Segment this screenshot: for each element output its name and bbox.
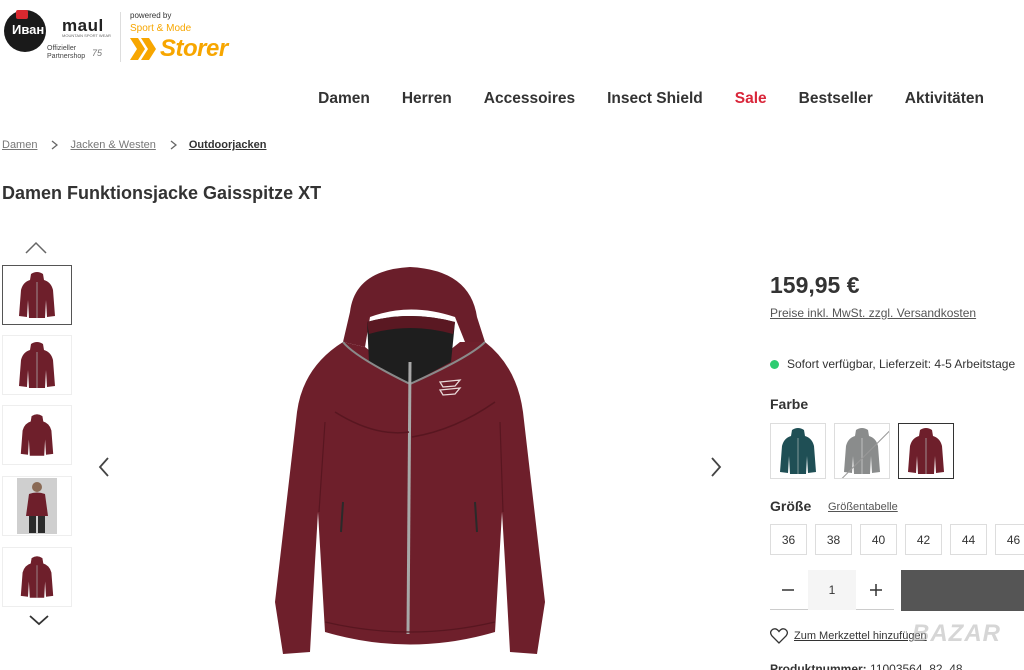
jacket-grey-image [844, 428, 880, 474]
partnershop-label: Offizieller Partnershop [47, 45, 86, 60]
thumbnail-1[interactable] [2, 265, 72, 325]
size-options: 36 38 40 42 44 46 [770, 524, 1024, 555]
nav-item-herren[interactable]: Herren [402, 90, 452, 108]
logo[interactable]: Иван maul MOUNTAIN SPORT WEAR Offizielle… [2, 8, 242, 66]
size-option-46[interactable]: 46 [995, 524, 1024, 555]
nav-item-sale[interactable]: Sale [735, 90, 767, 108]
storer-chevron-icon [130, 38, 156, 60]
powered-by-label: powered by [130, 11, 172, 20]
plus-icon [870, 583, 882, 596]
sport-mode-label: Sport & Mode [130, 23, 192, 34]
quantity-decrease-button[interactable] [770, 570, 806, 610]
wishlist-link[interactable]: Zum Merkzettel hinzufügen [770, 628, 927, 644]
size-option-44[interactable]: 44 [950, 524, 987, 555]
quantity-increase-button[interactable] [858, 570, 894, 610]
quantity-stepper: 1 [770, 569, 894, 610]
gallery-prev-icon[interactable] [96, 455, 112, 479]
page-title: Damen Funktionsjacke Gaisspitze XT [2, 183, 322, 203]
brand-overlay: Иван [12, 22, 45, 37]
storer-logo: Storer [130, 35, 228, 62]
thumbnail-4[interactable] [2, 476, 72, 536]
nav-item-aktivitaeten[interactable]: Aktivitäten [905, 90, 984, 108]
jacket-teal-image [780, 428, 816, 474]
color-swatch-bordeaux[interactable] [898, 423, 954, 479]
product-number: Produktnummer: 11003564_82_48 [770, 662, 963, 670]
size-chart-link[interactable]: Größentabelle [828, 501, 898, 513]
price-note-link[interactable]: Preise inkl. MwSt. zzgl. Versandkosten [770, 306, 976, 320]
quantity-input[interactable]: 1 [808, 569, 856, 610]
anniversary-badge: 75 [92, 48, 103, 58]
color-label: Farbe [770, 396, 809, 412]
jacket-thumbnail-image [19, 342, 55, 388]
availability-status: Sofort verfügbar, Lieferzeit: 4-5 Arbeit… [770, 357, 1015, 371]
color-swatch-grey[interactable] [834, 423, 890, 479]
breadcrumb-damen[interactable]: Damen [2, 139, 37, 151]
bazar-watermark: BAZAR [912, 620, 1001, 647]
minus-icon [782, 588, 794, 591]
size-label: Größe [770, 498, 812, 514]
chevron-down-icon[interactable] [28, 612, 50, 628]
product-number-label: Produktnummer: [770, 662, 867, 670]
gallery-next-icon[interactable] [708, 455, 724, 479]
chevron-up-icon[interactable] [24, 240, 48, 256]
storer-name: Storer [160, 35, 228, 62]
model-thumbnail-image [17, 478, 57, 534]
jacket-back-thumbnail-image [20, 414, 54, 456]
nav-item-damen[interactable]: Damen [318, 90, 370, 108]
jacket-bordeaux-image [908, 428, 944, 474]
jacket-thumbnail-image [19, 272, 55, 318]
size-option-38[interactable]: 38 [815, 524, 852, 555]
chevron-right-icon [170, 140, 177, 150]
size-option-36[interactable]: 36 [770, 524, 807, 555]
product-price: 159,95 € [770, 272, 860, 298]
nav-item-bestseller[interactable]: Bestseller [799, 90, 873, 108]
color-swatch-dark-teal[interactable] [770, 423, 826, 479]
size-option-40[interactable]: 40 [860, 524, 897, 555]
add-to-cart-button[interactable] [901, 570, 1024, 611]
main-nav: Damen Herren Accessoires Insect Shield S… [300, 90, 984, 108]
wishlist-label: Zum Merkzettel hinzufügen [794, 630, 927, 642]
in-stock-dot-icon [770, 359, 779, 369]
thumbnail-2[interactable] [2, 335, 72, 395]
jacket-thumbnail-image [20, 556, 54, 598]
color-swatches [770, 423, 954, 479]
product-number-value: 11003564_82_48 [870, 662, 963, 670]
nav-item-insect-shield[interactable]: Insect Shield [607, 90, 703, 108]
availability-text: Sofort verfügbar, Lieferzeit: 4-5 Arbeit… [787, 357, 1016, 371]
nav-item-accessoires[interactable]: Accessoires [484, 90, 575, 108]
logo-divider [120, 12, 121, 62]
breadcrumb-jacken-westen[interactable]: Jacken & Westen [70, 139, 155, 151]
heart-icon [770, 628, 788, 644]
main-product-image [275, 267, 545, 654]
chevron-right-icon [52, 140, 59, 150]
thumbnail-3[interactable] [2, 405, 72, 465]
maul-logo-accent [16, 10, 28, 19]
breadcrumb: Damen Jacken & Westen Outdoorjacken [2, 139, 267, 151]
brand-tagline: MOUNTAIN SPORT WEAR [62, 33, 111, 38]
breadcrumb-outdoorjacken[interactable]: Outdoorjacken [189, 139, 267, 151]
size-option-42[interactable]: 42 [905, 524, 942, 555]
thumbnail-5[interactable] [2, 547, 72, 607]
